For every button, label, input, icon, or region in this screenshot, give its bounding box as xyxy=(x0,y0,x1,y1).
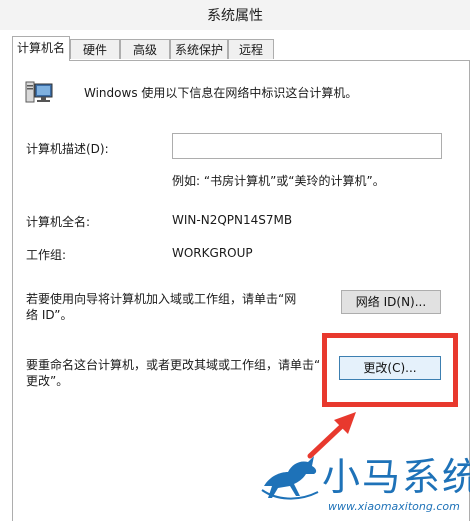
description-input[interactable] xyxy=(172,133,442,159)
network-text-line2: 络 ID”。 xyxy=(26,308,73,322)
network-id-button[interactable]: 网络 ID(N)... xyxy=(341,290,441,314)
intro-text: Windows 使用以下信息在网络中标识这台计算机。 xyxy=(84,86,358,100)
rename-text-line2: 更改”。 xyxy=(26,374,69,388)
tab-remote[interactable]: 远程 xyxy=(228,39,274,59)
full-name-label: 计算机全名: xyxy=(26,215,91,229)
watermark-brand: 小马系统 xyxy=(322,455,470,499)
computer-monitor-icon xyxy=(25,81,53,103)
example-text: 例如: “书房计算机”或“美玲的计算机”。 xyxy=(172,174,385,188)
workgroup-value: WORKGROUP xyxy=(172,246,253,260)
tab-system-protection[interactable]: 系统保护 xyxy=(170,39,228,59)
description-label: 计算机描述(D): xyxy=(26,142,109,156)
watermark: 小马系统 www.xiaomaxitong.com xyxy=(258,440,470,521)
tab-computer-name[interactable]: 计算机名 xyxy=(12,36,70,61)
rename-text-line1: 要重命名这台计算机，或者更改其域或工作组，请单击“ xyxy=(26,358,321,372)
tab-advanced[interactable]: 高级 xyxy=(120,39,170,59)
horse-logo-icon xyxy=(261,456,319,500)
network-text-line1: 若要使用向导将计算机加入域或工作组，请单击“网 xyxy=(26,292,297,306)
title-bar: 系统属性 xyxy=(0,0,470,30)
window-title: 系统属性 xyxy=(207,8,263,24)
workgroup-label: 工作组: xyxy=(26,248,67,262)
full-name-value: WIN-N2QPN14S7MB xyxy=(172,213,293,227)
change-button-highlight-box xyxy=(322,333,458,407)
tab-hardware[interactable]: 硬件 xyxy=(70,39,120,59)
watermark-site: www.xiaomaxitong.com xyxy=(328,500,460,513)
